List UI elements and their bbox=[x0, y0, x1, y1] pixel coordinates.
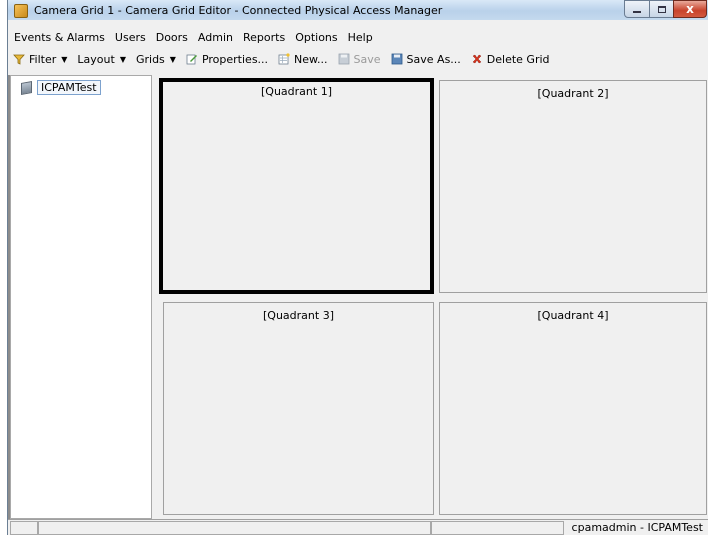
menu-doors[interactable]: Doors bbox=[151, 31, 193, 44]
quadrant-label: [Quadrant 3] bbox=[263, 309, 334, 322]
menu-events-alarms[interactable]: Events & Alarms bbox=[8, 31, 110, 44]
menu-reports[interactable]: Reports bbox=[238, 31, 290, 44]
save-icon bbox=[338, 53, 350, 65]
quadrant-3[interactable]: [Quadrant 3] bbox=[163, 302, 434, 515]
tree-node-root[interactable]: ICPAMTest bbox=[21, 80, 101, 95]
maximize-button[interactable] bbox=[649, 0, 674, 18]
delete-x-icon bbox=[471, 53, 483, 65]
save-label: Save bbox=[353, 52, 381, 66]
close-button[interactable]: x bbox=[673, 0, 707, 18]
window-title: Camera Grid 1 - Camera Grid Editor - Con… bbox=[34, 4, 443, 17]
maximize-icon bbox=[657, 5, 666, 13]
grids-button[interactable]: Grids ▼ bbox=[131, 53, 181, 66]
site-icon bbox=[21, 80, 32, 95]
delete-grid-button[interactable]: Delete Grid bbox=[466, 53, 555, 66]
layout-label: Layout bbox=[77, 52, 115, 66]
grids-label: Grids bbox=[135, 52, 165, 66]
properties-label: Properties... bbox=[201, 52, 269, 66]
quadrant-label: [Quadrant 2] bbox=[537, 87, 609, 100]
properties-button[interactable]: Properties... bbox=[181, 53, 273, 66]
quadrant-2[interactable]: [Quadrant 2] bbox=[439, 80, 707, 293]
save-as-label: Save As... bbox=[406, 52, 461, 66]
menu-options[interactable]: Options bbox=[290, 31, 342, 44]
quadrant-label: [Quadrant 1] bbox=[261, 85, 332, 98]
camera-grid: [Quadrant 1] [Quadrant 2] [Quadrant 3] [… bbox=[156, 75, 708, 519]
title-bar[interactable]: Camera Grid 1 - Camera Grid Editor - Con… bbox=[8, 0, 708, 20]
app-icon bbox=[14, 4, 28, 18]
status-bar: cpamadmin - ICPAMTest bbox=[8, 519, 708, 535]
minimize-button[interactable] bbox=[624, 0, 650, 18]
tree-node-label: ICPAMTest bbox=[37, 80, 101, 95]
chevron-down-icon: ▼ bbox=[61, 54, 68, 64]
save-as-icon bbox=[391, 53, 403, 65]
minimize-icon bbox=[633, 11, 641, 13]
menu-bar: Events & Alarms Users Doors Admin Report… bbox=[8, 28, 708, 46]
quadrant-1[interactable]: [Quadrant 1] bbox=[159, 78, 434, 294]
site-tree[interactable]: ICPAMTest bbox=[10, 75, 152, 519]
toolbar: Filter ▼ Layout ▼ Grids ▼ Properties... … bbox=[8, 49, 708, 69]
new-button[interactable]: New... bbox=[273, 53, 332, 66]
filter-icon bbox=[13, 53, 25, 65]
menu-users[interactable]: Users bbox=[110, 31, 151, 44]
new-label: New... bbox=[294, 52, 328, 66]
new-grid-icon bbox=[278, 53, 290, 65]
filter-button[interactable]: Filter ▼ bbox=[8, 53, 72, 66]
save-as-button[interactable]: Save As... bbox=[386, 53, 466, 66]
delete-grid-label: Delete Grid bbox=[486, 52, 550, 66]
app-window: Camera Grid 1 - Camera Grid Editor - Con… bbox=[7, 0, 708, 535]
status-user-text: cpamadmin - ICPAMTest bbox=[571, 521, 703, 534]
menu-admin[interactable]: Admin bbox=[193, 31, 238, 44]
layout-button[interactable]: Layout ▼ bbox=[72, 53, 131, 66]
quadrant-label: [Quadrant 4] bbox=[537, 309, 609, 322]
save-button[interactable]: Save bbox=[333, 53, 386, 66]
close-icon: x bbox=[686, 2, 694, 16]
status-cell bbox=[38, 521, 431, 535]
filter-label: Filter bbox=[29, 52, 57, 66]
menu-help[interactable]: Help bbox=[343, 31, 378, 44]
chevron-down-icon: ▼ bbox=[119, 54, 126, 64]
quadrant-4[interactable]: [Quadrant 4] bbox=[439, 302, 707, 515]
chevron-down-icon: ▼ bbox=[169, 54, 176, 64]
status-cell bbox=[431, 521, 564, 535]
properties-icon bbox=[186, 53, 198, 65]
status-cell bbox=[10, 521, 38, 535]
